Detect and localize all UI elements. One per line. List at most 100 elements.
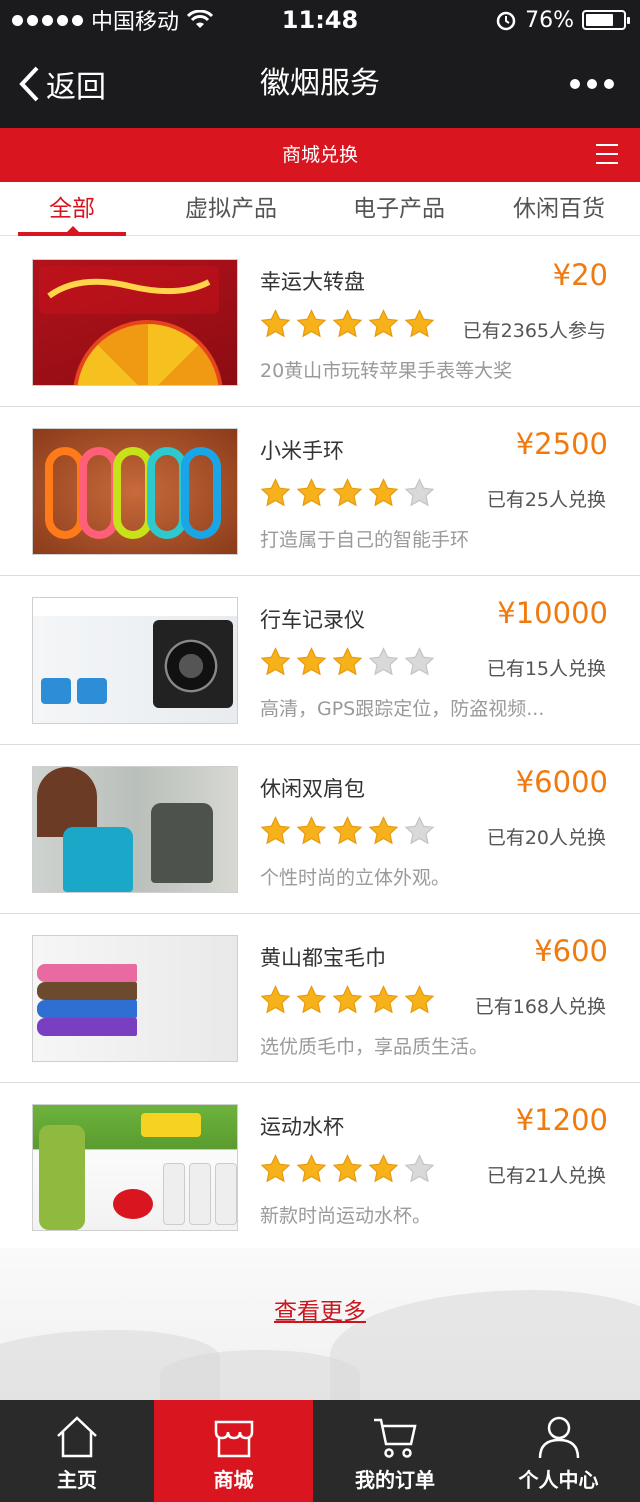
product-description: 20黄山市玩转苹果手表等大奖 — [260, 360, 513, 382]
product-list: 幸运大转盘 ¥20 已有2365人参与 20黄山市玩转苹果手表等大奖 小米手环 … — [0, 238, 640, 1252]
product-item[interactable]: 行车记录仪 ¥10000 已有15人兑换 高清，GPS跟踪定位，防盗视频... — [0, 576, 640, 745]
nav-bar: 返回 徽烟服务 — [0, 40, 640, 128]
status-bar: 中国移动 11:48 76% — [0, 0, 640, 40]
product-item[interactable]: 小米手环 ¥2500 已有25人兑换 打造属于自己的智能手环 — [0, 407, 640, 576]
star-filled-icon — [296, 985, 327, 1014]
tab-orders[interactable]: 我的订单 — [313, 1400, 477, 1502]
star-empty-icon — [404, 478, 435, 507]
more-button[interactable] — [570, 40, 614, 128]
tab-shop-label: 商城 — [213, 1468, 254, 1492]
rating-stars — [260, 647, 435, 677]
product-price: ¥1200 — [515, 1103, 608, 1137]
star-filled-icon — [332, 309, 363, 338]
rating-stars — [260, 1154, 435, 1184]
star-filled-icon — [260, 647, 291, 676]
star-filled-icon — [296, 816, 327, 845]
exchange-count: 已有168人兑换 — [474, 996, 606, 1018]
star-filled-icon — [368, 309, 399, 338]
product-price: ¥10000 — [497, 596, 608, 630]
rating-stars — [260, 478, 435, 508]
star-filled-icon — [404, 985, 435, 1014]
star-filled-icon — [296, 1154, 327, 1183]
battery-percent: 76% — [525, 7, 574, 33]
product-description: 个性时尚的立体外观。 — [260, 867, 451, 889]
shop-icon — [214, 1420, 253, 1458]
star-filled-icon — [368, 478, 399, 507]
star-filled-icon — [404, 309, 435, 338]
star-filled-icon — [296, 647, 327, 676]
cart-icon — [374, 1418, 417, 1458]
tab-home-label: 主页 — [57, 1468, 97, 1492]
section-header: 商城兑换 — [0, 128, 640, 182]
star-empty-icon — [404, 647, 435, 676]
star-filled-icon — [296, 478, 327, 507]
product-price: ¥2500 — [515, 427, 608, 461]
tab-profile-label: 个人中心 — [518, 1468, 599, 1492]
product-image — [32, 259, 238, 386]
star-filled-icon — [296, 309, 327, 338]
participant-count: 已有2365人参与 — [462, 320, 606, 342]
product-price: ¥20 — [552, 258, 608, 292]
star-filled-icon — [368, 1154, 399, 1183]
menu-button[interactable] — [596, 144, 618, 164]
exchange-count: 已有21人兑换 — [486, 1165, 606, 1187]
tab-orders-label: 我的订单 — [355, 1468, 435, 1492]
product-description: 高清，GPS跟踪定位，防盗视频... — [260, 698, 545, 720]
tab-home[interactable]: 主页 — [0, 1400, 154, 1502]
product-name: 黄山都宝毛巾 — [260, 946, 386, 970]
bottom-tab-bar: 主页 商城 我的订单 个人中心 — [0, 1400, 640, 1502]
product-image — [32, 935, 238, 1062]
star-filled-icon — [332, 647, 363, 676]
product-description: 选优质毛巾，享品质生活。 — [260, 1036, 489, 1058]
product-description: 打造属于自己的智能手环 — [260, 529, 470, 551]
view-more-area: 查看更多 — [0, 1248, 640, 1400]
page-title: 徽烟服务 — [260, 66, 380, 101]
product-image — [32, 597, 238, 724]
alarm-icon — [496, 11, 516, 31]
star-filled-icon — [260, 309, 291, 338]
user-icon — [538, 1416, 579, 1459]
star-filled-icon — [260, 985, 291, 1014]
star-empty-icon — [404, 816, 435, 845]
exchange-count: 已有15人兑换 — [486, 658, 606, 680]
category-tabs: 全部 虚拟产品 电子产品 休闲百货 — [0, 182, 640, 236]
tab-active-indicator — [18, 226, 126, 236]
star-filled-icon — [260, 1154, 291, 1183]
view-more-label[interactable]: 查看更多 — [274, 1299, 366, 1325]
tab-leisure[interactable]: 休闲百货 — [496, 182, 622, 236]
star-filled-icon — [260, 478, 291, 507]
section-title: 商城兑换 — [281, 144, 358, 166]
home-icon — [57, 1416, 97, 1458]
view-more-link[interactable]: 查看更多 — [0, 1292, 640, 1326]
product-item[interactable]: 运动水杯 ¥1200 已有21人兑换 新款时尚运动水杯。 — [0, 1083, 640, 1252]
tab-shop[interactable]: 商城 — [154, 1400, 313, 1502]
product-name: 行车记录仪 — [260, 608, 365, 632]
star-filled-icon — [368, 985, 399, 1014]
product-price: ¥6000 — [515, 765, 608, 799]
product-description: 新款时尚运动水杯。 — [260, 1205, 432, 1227]
product-image — [32, 428, 238, 555]
tab-profile[interactable]: 个人中心 — [477, 1400, 640, 1502]
product-name: 小米手环 — [260, 439, 344, 463]
product-name: 幸运大转盘 — [260, 270, 365, 294]
product-item[interactable]: 幸运大转盘 ¥20 已有2365人参与 20黄山市玩转苹果手表等大奖 — [0, 238, 640, 407]
exchange-count: 已有20人兑换 — [486, 827, 606, 849]
exchange-count: 已有25人兑换 — [486, 489, 606, 511]
product-price: ¥600 — [534, 934, 608, 968]
rating-stars — [260, 309, 435, 339]
rating-stars — [260, 985, 435, 1015]
product-image — [32, 1104, 238, 1231]
star-filled-icon — [368, 816, 399, 845]
battery-fill — [586, 14, 614, 26]
tab-virtual[interactable]: 虚拟产品 — [168, 182, 294, 236]
product-item[interactable]: 黄山都宝毛巾 ¥600 已有168人兑换 选优质毛巾，享品质生活。 — [0, 914, 640, 1083]
rating-stars — [260, 816, 435, 846]
product-item[interactable]: 休闲双肩包 ¥6000 已有20人兑换 个性时尚的立体外观。 — [0, 745, 640, 914]
star-filled-icon — [332, 985, 363, 1014]
product-name: 运动水杯 — [260, 1115, 344, 1139]
product-image — [32, 766, 238, 893]
tab-electronics[interactable]: 电子产品 — [336, 182, 462, 236]
star-filled-icon — [332, 478, 363, 507]
star-filled-icon — [332, 816, 363, 845]
star-filled-icon — [332, 1154, 363, 1183]
